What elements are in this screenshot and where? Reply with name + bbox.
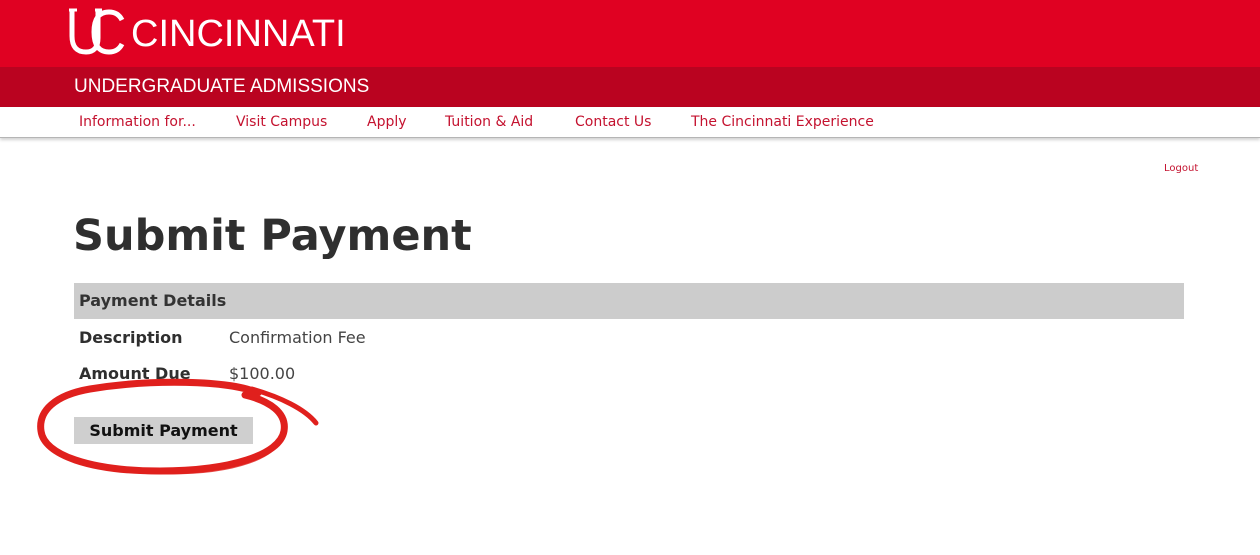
nav-item-visit-campus[interactable]: Visit Campus [236, 113, 327, 131]
nav-item-information-for[interactable]: Information for... [79, 113, 196, 131]
logout-link[interactable]: Logout [1164, 163, 1198, 175]
department-title[interactable]: UNDERGRADUATE ADMISSIONS [74, 76, 369, 98]
description-value: Confirmation Fee [229, 328, 366, 347]
nav-item-contact-us[interactable]: Contact Us [575, 113, 651, 131]
page-title: Submit Payment [73, 211, 472, 261]
submit-payment-button[interactable]: Submit Payment [74, 417, 253, 444]
nav-item-cincinnati-experience[interactable]: The Cincinnati Experience [691, 113, 874, 131]
amount-due-value: $100.00 [229, 364, 296, 383]
department-bar: UNDERGRADUATE ADMISSIONS [0, 67, 1260, 107]
uc-logo-icon[interactable] [68, 6, 126, 56]
payment-details-title: Payment Details [79, 291, 227, 310]
brand-name[interactable]: CINCINNATI [131, 12, 346, 56]
nav-item-tuition-aid[interactable]: Tuition & Aid [445, 113, 533, 131]
nav-item-apply[interactable]: Apply [367, 113, 407, 131]
amount-due-label: Amount Due [79, 364, 191, 383]
description-label: Description [79, 328, 183, 347]
payment-details-header: Payment Details [74, 283, 1184, 319]
main-nav: Information for... Visit Campus Apply Tu… [0, 107, 1260, 138]
brand-header: CINCINNATI [0, 0, 1260, 67]
